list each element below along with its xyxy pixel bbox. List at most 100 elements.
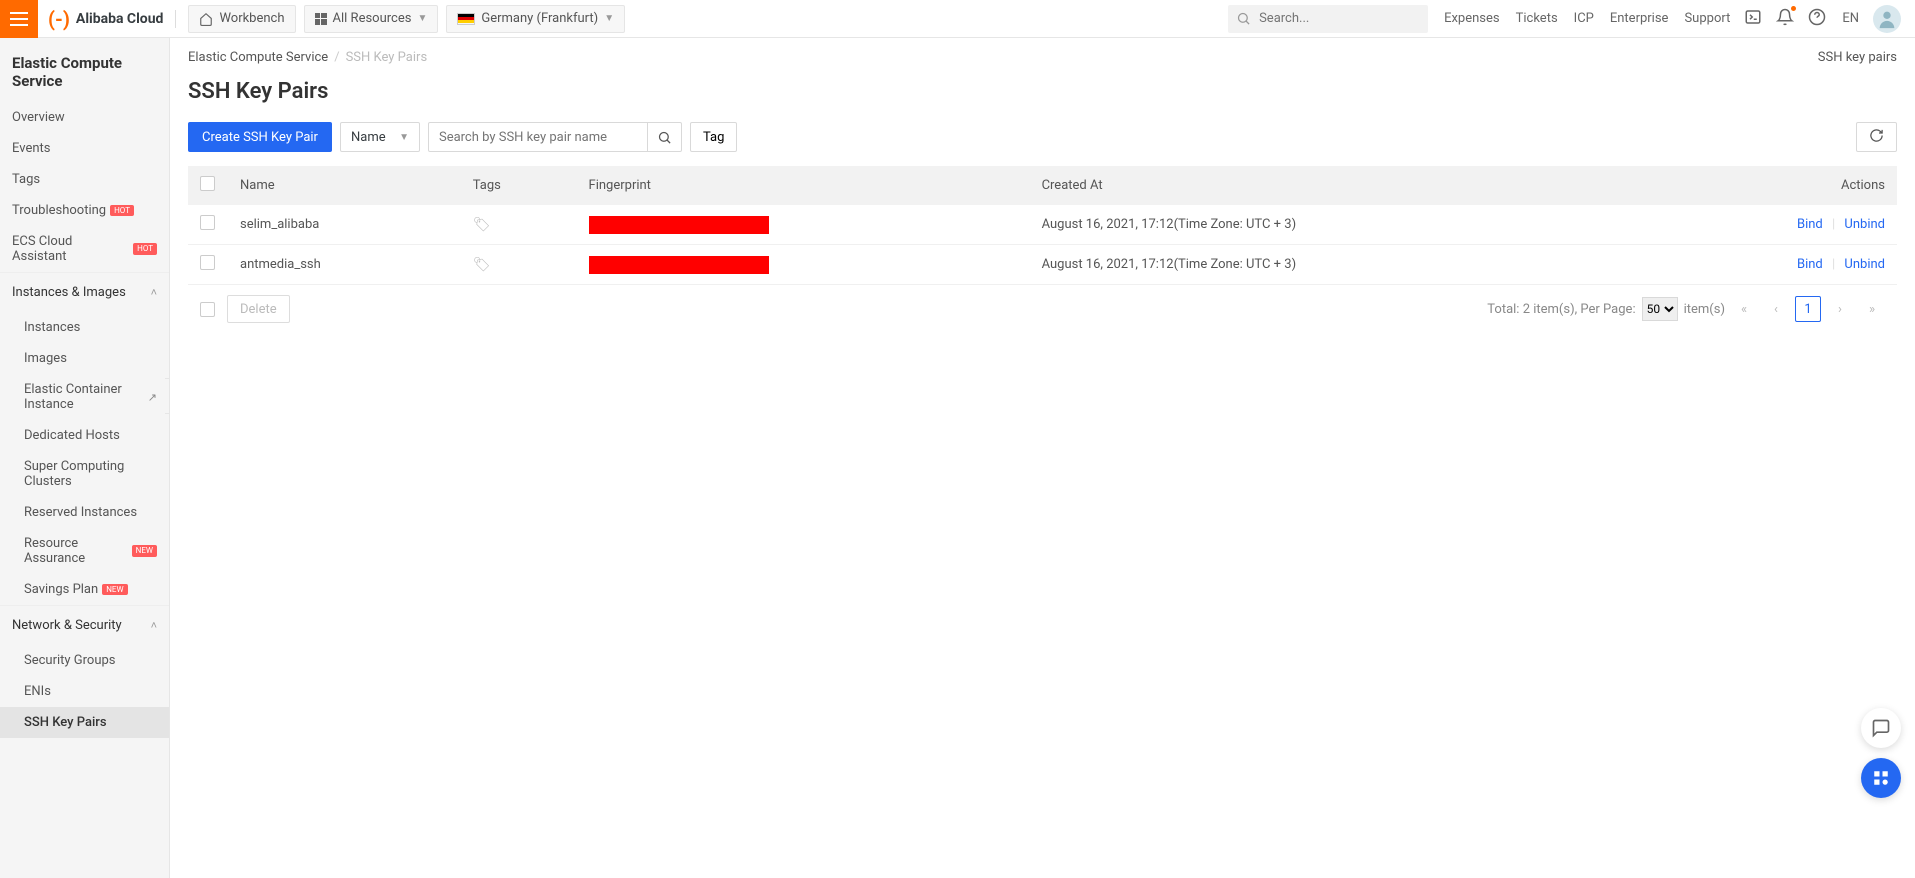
- grid-icon: [1872, 769, 1890, 787]
- help-icon: [1808, 8, 1826, 26]
- global-search-input[interactable]: [1228, 5, 1428, 33]
- sidebar-item-troubleshooting[interactable]: Troubleshooting HOT: [0, 195, 169, 226]
- table-row: selim_alibaba 🏷 August 16, 2021, 17:12(T…: [188, 205, 1897, 245]
- breadcrumb-current: SSH Key Pairs: [346, 50, 428, 65]
- sidebar-title: Elastic Compute Service: [0, 38, 169, 102]
- refresh-icon: [1869, 128, 1884, 143]
- col-tags: Tags: [461, 166, 577, 205]
- hot-badge: HOT: [133, 243, 157, 255]
- col-actions: Actions: [1648, 166, 1897, 205]
- new-badge: NEW: [132, 545, 157, 557]
- nav-expenses[interactable]: Expenses: [1444, 11, 1500, 26]
- sidebar-item-dedicated-hosts[interactable]: Dedicated Hosts: [0, 420, 169, 451]
- page-last-button[interactable]: »: [1859, 296, 1885, 322]
- sidebar-group-network-security[interactable]: Network & Security ˄: [0, 605, 169, 645]
- pagination: Total: 2 item(s), Per Page: 50 item(s) «…: [1487, 296, 1885, 322]
- hamburger-icon: [10, 12, 28, 26]
- sidebar-item-reserved-instances[interactable]: Reserved Instances: [0, 497, 169, 528]
- main-content: Elastic Compute Service / SSH Key Pairs …: [170, 38, 1915, 878]
- cloudshell-button[interactable]: [1744, 8, 1762, 30]
- create-ssh-key-pair-button[interactable]: Create SSH Key Pair: [188, 122, 332, 152]
- bulk-delete-button[interactable]: Delete: [227, 295, 290, 323]
- tag-button[interactable]: Tag: [690, 122, 737, 152]
- cell-created: August 16, 2021, 17:12(Time Zone: UTC + …: [1030, 245, 1649, 285]
- ssh-keypairs-table: Name Tags Fingerprint Created At Actions…: [188, 166, 1897, 285]
- sidebar-item-security-groups[interactable]: Security Groups: [0, 645, 169, 676]
- sidebar-item-instances[interactable]: Instances: [0, 312, 169, 343]
- bind-action[interactable]: Bind: [1797, 257, 1823, 272]
- col-name: Name: [228, 166, 461, 205]
- search-icon: [657, 130, 672, 145]
- bind-action[interactable]: Bind: [1797, 217, 1823, 232]
- grid-icon: [315, 13, 327, 25]
- refresh-button[interactable]: [1856, 122, 1897, 152]
- sidebar-item-eci[interactable]: Elastic Container Instance ↗: [0, 374, 169, 420]
- select-all-checkbox[interactable]: [200, 176, 215, 191]
- global-search: [1228, 5, 1428, 33]
- nav-support[interactable]: Support: [1684, 11, 1730, 26]
- feedback-button[interactable]: [1861, 708, 1901, 748]
- cell-name: selim_alibaba: [228, 205, 461, 245]
- per-page-select[interactable]: 50: [1642, 297, 1678, 321]
- hamburger-menu-button[interactable]: [0, 0, 38, 38]
- sidebar-group-instances-images[interactable]: Instances & Images ˄: [0, 272, 169, 312]
- sidebar-item-tags[interactable]: Tags: [0, 164, 169, 195]
- sidebar-item-images[interactable]: Images: [0, 343, 169, 374]
- sidebar-item-resource-assurance[interactable]: Resource Assurance NEW: [0, 528, 169, 574]
- nav-tickets[interactable]: Tickets: [1516, 11, 1558, 26]
- sidebar-item-events[interactable]: Events: [0, 133, 169, 164]
- breadcrumb-root[interactable]: Elastic Compute Service: [188, 50, 328, 65]
- page-prev-button[interactable]: ‹: [1763, 296, 1789, 322]
- chevron-down-icon: ▼: [604, 13, 614, 24]
- unbind-action[interactable]: Unbind: [1844, 217, 1885, 232]
- fingerprint-redacted: [589, 216, 769, 234]
- workbench-button[interactable]: Workbench: [188, 5, 295, 33]
- fingerprint-redacted: [589, 256, 769, 274]
- search-keypair-button[interactable]: [648, 122, 682, 152]
- breadcrumb-right-label: SSH key pairs: [1818, 50, 1897, 65]
- breadcrumb: Elastic Compute Service / SSH Key Pairs …: [188, 50, 1897, 65]
- external-link-icon: ↗: [148, 391, 157, 404]
- row-checkbox[interactable]: [200, 255, 215, 270]
- row-checkbox[interactable]: [200, 215, 215, 230]
- avatar-icon: [1876, 8, 1898, 30]
- region-dropdown[interactable]: Germany (Frankfurt) ▼: [446, 5, 625, 33]
- user-avatar[interactable]: [1873, 5, 1901, 33]
- tag-icon[interactable]: 🏷: [473, 257, 491, 273]
- alibaba-cloud-icon: (-): [48, 7, 70, 31]
- brand-name: Alibaba Cloud: [76, 11, 164, 27]
- help-button[interactable]: [1808, 8, 1826, 30]
- sidebar-item-overview[interactable]: Overview: [0, 102, 169, 133]
- notifications-button[interactable]: [1776, 8, 1794, 30]
- new-badge: NEW: [102, 584, 127, 596]
- sidebar-item-savings-plan[interactable]: Savings Plan NEW: [0, 574, 169, 605]
- sidebar-item-super-clusters[interactable]: Super Computing Clusters: [0, 451, 169, 497]
- search-icon: [1236, 11, 1251, 26]
- divider: [175, 10, 176, 28]
- filter-by-dropdown[interactable]: Name ▼: [340, 122, 420, 152]
- bulk-select-checkbox[interactable]: [200, 302, 215, 317]
- chevron-down-icon: ▼: [417, 13, 427, 24]
- chevron-down-icon: ▼: [399, 132, 409, 143]
- page-number-button[interactable]: 1: [1795, 296, 1821, 322]
- cell-name: antmedia_ssh: [228, 245, 461, 285]
- unbind-action[interactable]: Unbind: [1844, 257, 1885, 272]
- nav-icp[interactable]: ICP: [1574, 11, 1594, 26]
- search-keypair-input[interactable]: [428, 122, 648, 152]
- sidebar-item-cloud-assistant[interactable]: ECS Cloud Assistant HOT: [0, 226, 169, 272]
- notification-dot: [1791, 6, 1796, 11]
- sidebar: Elastic Compute Service Overview Events …: [0, 38, 170, 878]
- tag-icon[interactable]: 🏷: [473, 217, 491, 233]
- germany-flag-icon: [457, 13, 475, 25]
- brand-logo[interactable]: (-) Alibaba Cloud: [48, 7, 163, 31]
- sidebar-item-enis[interactable]: ENIs: [0, 676, 169, 707]
- page-first-button[interactable]: «: [1731, 296, 1757, 322]
- sidebar-item-ssh-key-pairs[interactable]: SSH Key Pairs: [0, 707, 169, 738]
- page-next-button[interactable]: ›: [1827, 296, 1853, 322]
- language-selector[interactable]: EN: [1842, 11, 1859, 26]
- quick-tools-button[interactable]: [1861, 758, 1901, 798]
- chevron-up-icon: ˄: [151, 619, 157, 632]
- cell-created: August 16, 2021, 17:12(Time Zone: UTC + …: [1030, 205, 1649, 245]
- all-resources-dropdown[interactable]: All Resources ▼: [304, 5, 439, 33]
- nav-enterprise[interactable]: Enterprise: [1610, 11, 1669, 26]
